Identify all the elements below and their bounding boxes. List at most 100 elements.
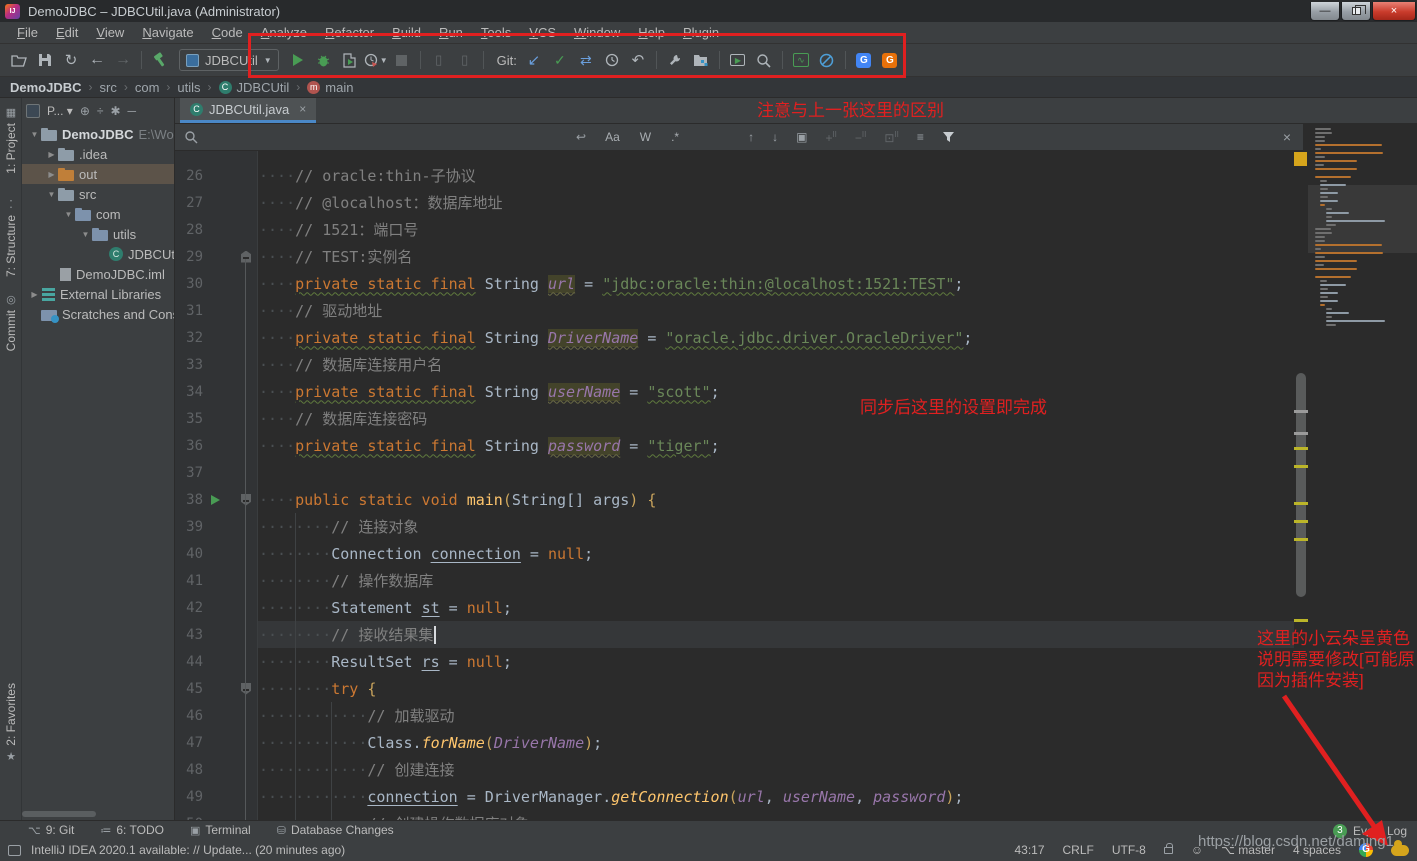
lock-icon[interactable] [1163,842,1173,854]
bottom-tab--todo[interactable]: ≔ 6: TODO [100,823,164,837]
tree-item-jdbcut[interactable]: C JDBCUt [22,244,174,264]
minimap-line [1325,216,1332,218]
project-view-icon[interactable] [26,104,40,118]
breadcrumb-src[interactable]: src [100,80,117,95]
line-number: 28 [186,221,203,238]
commit-tool-icon: ◎ [6,294,16,306]
code-line-49: ············ connection = DriverManager. g… [259,787,964,806]
next-occurrence-icon[interactable]: ↓ [763,130,787,144]
tree-item-com[interactable]: ▼ com [22,204,174,224]
tree-item--idea[interactable]: ▶ .idea [22,144,174,164]
add-occurrence-icon[interactable]: +II [816,130,845,145]
title-bar: IJ DemoJDBC – JDBCUtil.java (Administrat… [0,0,1417,22]
sidebar-tab-project[interactable]: ▦ 1: Project [0,106,22,174]
restore-button[interactable] [1341,1,1371,21]
fold-marker-icon[interactable] [241,682,251,695]
menu-edit[interactable]: Edit [47,23,87,42]
tree-arrow-icon[interactable]: ▼ [62,210,75,219]
filter-funnel-icon[interactable] [933,131,964,143]
tree-arrow-icon[interactable]: ▶ [45,170,58,179]
minimap-line [1320,180,1327,182]
code-line-32: ···· private static final String DriverNa… [259,328,973,347]
scrollbar-thumb[interactable] [1296,373,1306,597]
tab-jdbcutil[interactable]: C JDBCUtil.java × [180,98,317,123]
sync-icon[interactable]: ↻ [58,48,84,72]
tree-arrow-icon[interactable]: ▶ [45,150,58,159]
breadcrumb-jdbcutil[interactable]: C JDBCUtil [218,80,289,95]
tree-arrow-icon[interactable]: ▼ [28,130,41,139]
menu-navigate[interactable]: Navigate [133,23,202,42]
scrollbar-warning-mark [1294,619,1308,622]
breadcrumb-com[interactable]: com [135,80,160,95]
horizontal-scrollbar[interactable] [22,811,96,817]
menu-code[interactable]: Code [203,23,252,42]
breadcrumb-utils[interactable]: utils [177,80,200,95]
line-number: 27 [186,194,203,211]
minimap-line [1320,296,1328,298]
bottom-tab--git[interactable]: ⌥ 9: Git [28,823,74,837]
toolwindow-toggle-icon[interactable] [8,844,21,856]
line-ending[interactable]: CRLF [1063,843,1094,857]
filter-lines-icon[interactable]: ≡ [908,130,933,144]
select-all-occurrences-icon[interactable]: ▣ [787,130,816,144]
tree-item-demojdbc[interactable]: ▼ DemoJDBC E:\Wor [22,124,174,144]
prev-occurrence-icon[interactable]: ↑ [739,130,763,144]
line-number: 36 [186,437,203,454]
run-main-icon[interactable] [211,494,220,505]
tree-item-src[interactable]: ▼ src [22,184,174,204]
fold-marker-icon[interactable] [241,250,251,263]
minimap-line [1320,192,1339,194]
regex-toggle[interactable]: .* [661,130,689,144]
tree-item-scratches-and-cons[interactable]: Scratches and Cons [22,304,174,324]
tree-item-demojdbc-iml[interactable]: DemoJDBC.iml [22,264,174,284]
hide-panel-icon[interactable]: ─ [128,104,137,118]
bottom-tab-terminal[interactable]: ▣ Terminal [190,823,251,837]
back-icon[interactable]: ← [84,48,110,72]
code-editor[interactable]: ····// oracle:thin-子协议 ····// @localhost：… [259,151,1294,820]
search-icon[interactable] [175,130,207,144]
menu-file[interactable]: File [8,23,47,42]
breadcrumb-main[interactable]: m main [307,80,353,95]
sidebar-tab-commit[interactable]: ◎ Commit [0,293,22,351]
minimap-line [1315,144,1382,146]
minimap-line [1325,220,1385,222]
tree-arrow-icon[interactable]: ▼ [79,230,92,239]
newline-icon[interactable]: ↩ [567,130,595,144]
tree-item-utils[interactable]: ▼ utils [22,224,174,244]
tree-arrow-icon[interactable]: ▶ [28,290,41,299]
tree-item-out[interactable]: ▶ out [22,164,174,184]
project-view-combo[interactable]: P... ▾ [47,104,73,118]
bottom-tab-database-changes[interactable]: ⛁ Database Changes [277,823,394,837]
search-input[interactable] [207,128,567,146]
sidebar-tab-structure[interactable]: ⁚ 7: Structure [0,198,22,277]
forward-icon[interactable]: → [110,48,136,72]
line-number: 31 [186,302,203,319]
close-find-icon[interactable]: × [1271,129,1303,145]
scratch-icon [41,309,59,323]
locate-file-icon[interactable]: ⊕ [80,104,90,118]
ide-update-message[interactable]: IntelliJ IDEA 2020.1 available: // Updat… [31,843,345,857]
sidebar-tab-favorites[interactable]: 2: Favorites ★ [0,683,22,763]
match-case-toggle[interactable]: Aa [595,130,630,144]
build-hammer-icon[interactable] [147,48,173,72]
minimap-line [1320,304,1325,306]
tree-item-external-libraries[interactable]: ▶ External Libraries [22,284,174,304]
file-encoding[interactable]: UTF-8 [1112,843,1146,857]
caret-position[interactable]: 43:17 [1014,843,1044,857]
minimize-button[interactable]: — [1310,1,1340,21]
minimap-line [1320,196,1328,198]
save-icon[interactable] [32,48,58,72]
open-folder-icon[interactable] [6,48,32,72]
close-tab-icon[interactable]: × [299,102,306,116]
close-button[interactable]: × [1372,1,1416,21]
minimap-line [1315,260,1358,262]
remove-occurrence-icon[interactable]: −II [846,130,875,145]
words-toggle[interactable]: W [630,130,661,144]
breadcrumb-demojdbc[interactable]: DemoJDBC [10,80,82,95]
collapse-all-icon[interactable]: ÷ [97,104,104,118]
menu-view[interactable]: View [87,23,133,42]
tree-arrow-icon[interactable]: ▼ [45,190,58,199]
exclude-occurrence-icon[interactable]: ⊡II [875,130,908,145]
gear-icon[interactable]: ✱ [110,104,120,118]
fold-marker-icon[interactable] [241,493,251,506]
